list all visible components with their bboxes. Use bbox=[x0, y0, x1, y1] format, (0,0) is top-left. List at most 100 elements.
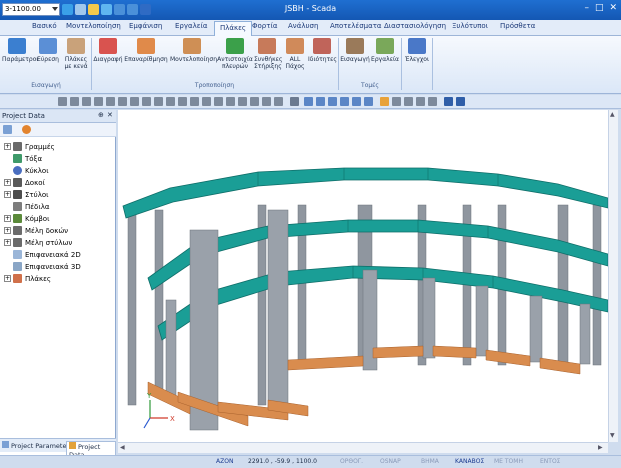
tab-basic[interactable]: Βασικό bbox=[32, 22, 57, 30]
trim-icon[interactable] bbox=[178, 97, 187, 106]
status-step[interactable]: ΒΗΜΑ bbox=[421, 458, 439, 465]
vertical-scrollbar[interactable]: ▲ ▼ bbox=[608, 110, 618, 442]
delete-button[interactable]: Διαγραφή bbox=[93, 38, 123, 63]
checks-button[interactable]: Έλεγχοι bbox=[403, 38, 431, 63]
maximize-icon[interactable]: □ bbox=[595, 3, 604, 13]
tree-item-arcs[interactable]: Τόξα bbox=[4, 153, 42, 164]
close-icon[interactable]: ✕ bbox=[107, 111, 113, 119]
tree-item-lines[interactable]: + Γραμμές bbox=[4, 141, 55, 152]
tree-item-surface-2d[interactable]: Επιφανειακά 2D bbox=[4, 249, 81, 260]
layers-icon[interactable] bbox=[428, 97, 437, 106]
expand-icon[interactable]: + bbox=[4, 239, 11, 246]
support-icon bbox=[258, 38, 276, 54]
tab-slabs[interactable]: Πλάκες bbox=[214, 21, 253, 36]
expand-icon[interactable]: + bbox=[4, 275, 11, 282]
tree-item-beams[interactable]: + Δοκοί bbox=[4, 177, 45, 188]
tab-modeling[interactable]: Μοντελοποίηση bbox=[66, 22, 121, 30]
parameters-button[interactable]: Παράμετροι bbox=[2, 38, 38, 63]
arc-icon[interactable] bbox=[82, 97, 91, 106]
status-inside[interactable]: ΕΝΤΟΣ bbox=[540, 458, 560, 465]
circle-icon[interactable] bbox=[94, 97, 103, 106]
redo-icon[interactable] bbox=[456, 97, 465, 106]
tree-item-columns[interactable]: + Στύλοι bbox=[4, 189, 48, 200]
status-osnap[interactable]: OSNAP bbox=[380, 458, 401, 465]
scroll-left-icon[interactable]: ◀ bbox=[120, 444, 125, 451]
side-matching-button[interactable]: Αντιστοιχία πλευρών bbox=[216, 38, 254, 70]
tab-tools[interactable]: Εργαλεία bbox=[175, 22, 208, 30]
pointer-icon[interactable] bbox=[392, 97, 401, 106]
tree-item-nodes[interactable]: + Κόμβοι bbox=[4, 213, 49, 224]
pan-icon[interactable] bbox=[364, 97, 373, 106]
pen-icon[interactable] bbox=[290, 97, 299, 106]
support-conditions-button[interactable]: Συνθήκες Στήριξης bbox=[254, 38, 282, 70]
text-icon[interactable] bbox=[238, 97, 247, 106]
tree-item-footings[interactable]: Πέδιλα bbox=[4, 201, 49, 212]
tree-options-icon[interactable] bbox=[3, 125, 12, 134]
tab-formwork[interactable]: Ξυλότυποι bbox=[452, 22, 488, 30]
find-button[interactable]: Εύρεση bbox=[34, 38, 62, 63]
status-with-section[interactable]: ΜΕ ΤΟΜΗ bbox=[494, 458, 523, 465]
scroll-up-icon[interactable]: ▲ bbox=[610, 111, 615, 118]
undo-icon[interactable] bbox=[444, 97, 453, 106]
tab-analysis[interactable]: Ανάλυση bbox=[288, 22, 318, 30]
zoom-window-icon[interactable] bbox=[328, 97, 337, 106]
minimize-icon[interactable]: – bbox=[584, 3, 589, 13]
status-ortho[interactable]: ΟΡΘΟΓ. bbox=[340, 458, 363, 465]
close-icon[interactable]: ✕ bbox=[609, 3, 617, 13]
explode-icon[interactable] bbox=[262, 97, 271, 106]
slabs-with-openings-button[interactable]: Πλάκες με κενά bbox=[62, 38, 90, 70]
tree-item-surface-3d[interactable]: Επιφανειακά 3D bbox=[4, 261, 81, 272]
tree-item-beam-members[interactable]: + Μέλη δοκών bbox=[4, 225, 68, 236]
check-icon[interactable] bbox=[404, 97, 413, 106]
section-tools-button[interactable]: Εργαλεία bbox=[370, 38, 400, 63]
tree-item-column-members[interactable]: + Μέλη στύλων bbox=[4, 237, 72, 248]
polygon-icon[interactable] bbox=[118, 97, 127, 106]
copy-icon[interactable] bbox=[142, 97, 151, 106]
expand-icon[interactable]: + bbox=[4, 227, 11, 234]
tab-project-parameter[interactable]: Project Parameter bbox=[2, 441, 69, 450]
fillet-icon[interactable] bbox=[214, 97, 223, 106]
tab-results[interactable]: Αποτελέσματα bbox=[330, 22, 382, 30]
line-icon[interactable] bbox=[58, 97, 67, 106]
refresh-icon[interactable] bbox=[22, 125, 31, 134]
tab-design[interactable]: Διαστασιολόγηση bbox=[384, 22, 446, 30]
horizontal-scrollbar[interactable]: ◀ ▶ bbox=[118, 442, 608, 453]
select-icon[interactable] bbox=[380, 97, 389, 106]
erase-icon[interactable] bbox=[250, 97, 259, 106]
pin-icon[interactable]: ⊕ bbox=[98, 111, 104, 119]
scroll-down-icon[interactable]: ▼ bbox=[610, 432, 615, 439]
move-icon[interactable] bbox=[130, 97, 139, 106]
status-axon[interactable]: ΑΖΟΝ bbox=[216, 458, 233, 465]
measure-icon[interactable] bbox=[274, 97, 283, 106]
gear-icon[interactable] bbox=[416, 97, 425, 106]
zoom-out-icon[interactable] bbox=[316, 97, 325, 106]
zoom-in-icon[interactable] bbox=[304, 97, 313, 106]
tab-view[interactable]: Εμφάνιση bbox=[129, 22, 162, 30]
rectangle-icon[interactable] bbox=[106, 97, 115, 106]
polyline-icon[interactable] bbox=[70, 97, 79, 106]
expand-icon[interactable]: + bbox=[4, 215, 11, 222]
expand-icon[interactable]: + bbox=[4, 191, 11, 198]
tab-addons[interactable]: Πρόσθετα bbox=[500, 22, 535, 30]
thickness-button[interactable]: ALL Πάχος bbox=[282, 38, 308, 70]
status-grid[interactable]: ΚΑΝΑΒΟΣ bbox=[455, 458, 484, 465]
drawing-toolbar bbox=[0, 95, 621, 109]
section-insert-button[interactable]: Εισαγωγή bbox=[340, 38, 370, 63]
properties-button[interactable]: Ιδιότητες bbox=[308, 38, 337, 63]
rotate-icon[interactable] bbox=[166, 97, 175, 106]
expand-icon[interactable]: + bbox=[4, 143, 11, 150]
renumber-button[interactable]: Επαναρίθμηση bbox=[124, 38, 168, 63]
dimension-icon[interactable] bbox=[226, 97, 235, 106]
tree-item-circles[interactable]: Κύκλοι bbox=[4, 165, 49, 176]
tree-item-slabs[interactable]: + Πλάκες bbox=[4, 273, 51, 284]
scroll-right-icon[interactable]: ▶ bbox=[598, 444, 603, 451]
zoom-previous-icon[interactable] bbox=[352, 97, 361, 106]
model-viewport[interactable]: X Y bbox=[118, 110, 609, 442]
tab-loads[interactable]: Φορτία bbox=[252, 22, 277, 30]
expand-icon[interactable]: + bbox=[4, 179, 11, 186]
zoom-extents-icon[interactable] bbox=[340, 97, 349, 106]
extend-icon[interactable] bbox=[190, 97, 199, 106]
offset-icon[interactable] bbox=[202, 97, 211, 106]
modeling-button[interactable]: Μοντελοποίηση bbox=[170, 38, 217, 63]
mirror-icon[interactable] bbox=[154, 97, 163, 106]
